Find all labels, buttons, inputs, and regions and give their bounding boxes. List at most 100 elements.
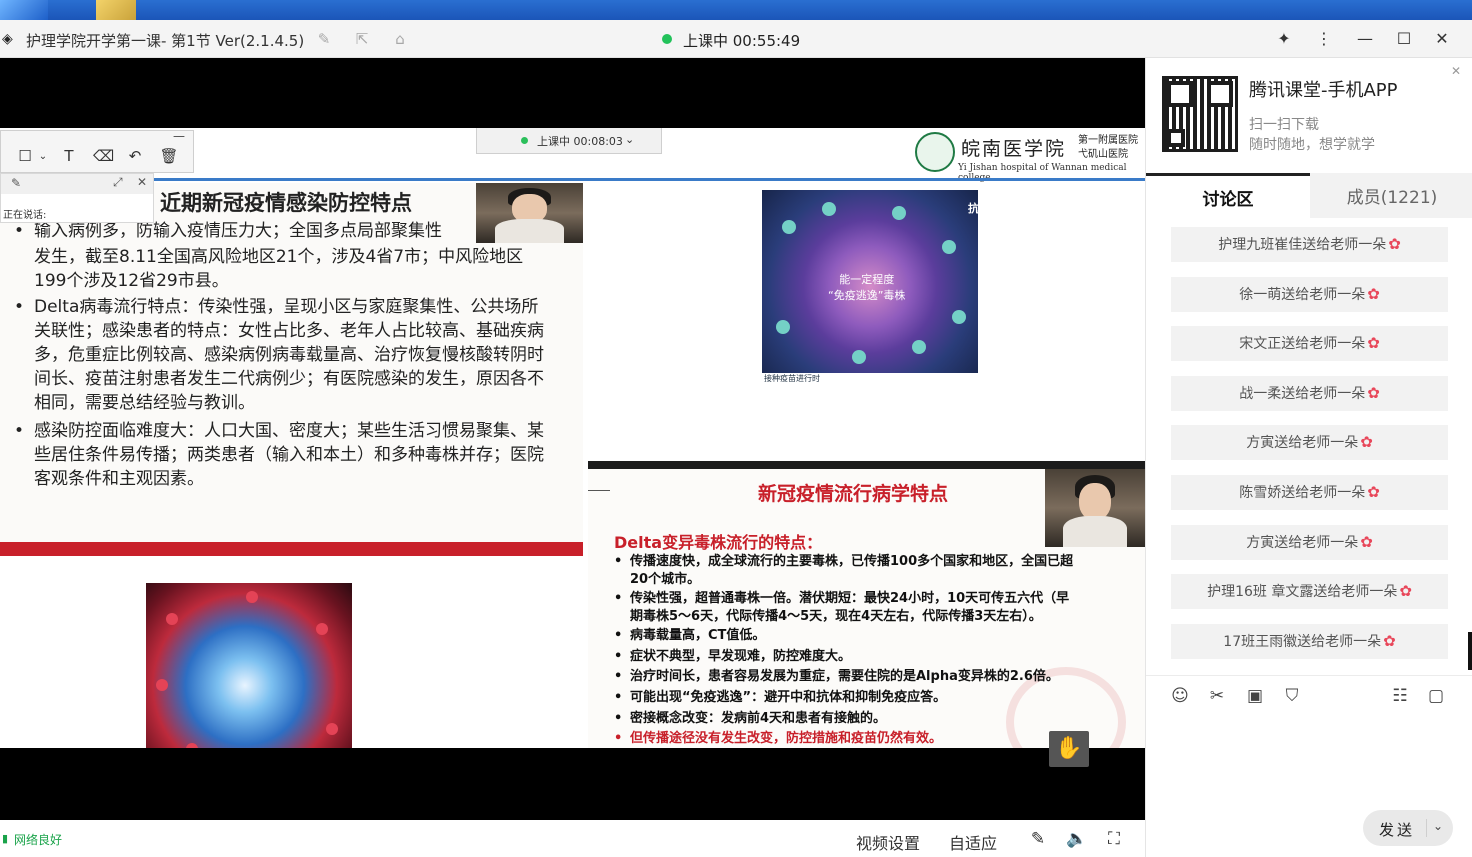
speaker-body xyxy=(495,219,564,243)
slide2-bullet: • xyxy=(614,554,623,569)
chat-message: 方寅送给老师一朵 ✿ xyxy=(1171,524,1448,560)
card-icon[interactable]: ☷ xyxy=(1389,686,1411,706)
undo-icon[interactable]: ↶ xyxy=(125,147,145,165)
desktop-strip xyxy=(0,0,1472,20)
share-divider xyxy=(0,178,1145,181)
virus-spike xyxy=(852,350,866,364)
shield-icon[interactable]: ⛉ xyxy=(1281,686,1303,706)
close-icon[interactable]: ✕ xyxy=(137,175,147,189)
slide1-p3-line2: 些居住条件易传播；两类患者（输入和本土）和多种毒株并存；医院 xyxy=(34,445,544,465)
share-icon[interactable]: ⇱ xyxy=(352,29,372,49)
image-icon[interactable]: ▣ xyxy=(1244,686,1266,706)
edit-icon[interactable]: ✎ xyxy=(314,29,334,49)
slide1-p1-line2: 发生，截至8.11全国高风险地区21个，涉及4省7市；中风险地区 xyxy=(34,247,524,267)
slide1-bullet: • xyxy=(14,421,25,441)
maximize-button[interactable]: ☐ xyxy=(1392,28,1416,50)
app-sub-download: 扫一扫下载 xyxy=(1249,117,1319,133)
slide1-p3-line1: 感染防控面临难度大：人口大国、密度大；某些生活习惯易聚集、某 xyxy=(34,421,544,441)
inner-live-status-pill[interactable]: 上课中 00:08:03 ⌄ xyxy=(476,128,662,154)
fullscreen-icon[interactable]: ⛶ xyxy=(1104,829,1124,849)
virus-spike xyxy=(912,340,926,354)
slide2-line: 20个城市。 xyxy=(630,572,701,587)
slide2-line: 病毒载量高，CT值低。 xyxy=(630,628,766,643)
mic-off-icon[interactable]: ✎ xyxy=(11,176,21,190)
chat-message-text: 护理16班 章文露送给老师一朵 xyxy=(1207,584,1398,601)
mic-off-icon[interactable]: ✎ xyxy=(1028,829,1048,849)
hospital-name: 皖南医学院 xyxy=(961,138,1067,160)
slide1-p2-line1: Delta病毒流行特点：传染性强，呈现小区与家庭聚集性、公共场所 xyxy=(34,297,539,317)
flower-icon: ✿ xyxy=(1388,235,1401,253)
slide1-p2-line5: 相同，需要总结经验与教训。 xyxy=(34,393,255,413)
raise-hand-button[interactable]: ✋ xyxy=(1049,731,1089,767)
slide-infection-control: 近期新冠疫情感染防控特点 • 输入病例多，防输入疫情压力大；全国多点局部聚集性 … xyxy=(0,183,583,556)
emoji-icon[interactable]: ☺ xyxy=(1169,686,1191,706)
app-sub-slogan: 随时随地，想学就学 xyxy=(1249,137,1375,153)
status-bar: ▮ 网络良好 视频设置 自适应 ✎ 🔈 ⛶ xyxy=(0,820,1145,857)
virus-image-purple: 能一定程度 “免疫逃逸”毒株 抗 接种疫苗进行时 xyxy=(762,190,978,383)
fit-button[interactable]: 自适应 xyxy=(949,830,997,854)
home-icon[interactable]: ⌂ xyxy=(390,29,410,49)
speaker-icon[interactable]: 🔈 xyxy=(1066,829,1087,849)
comment-icon[interactable]: ▢ xyxy=(1425,686,1447,706)
close-button[interactable]: ✕ xyxy=(1430,28,1454,50)
inner-live-status: 上课中 00:08:03 xyxy=(537,135,623,148)
virus1-caption-line1: 能一定程度 xyxy=(839,273,895,286)
flower-icon: ✿ xyxy=(1360,433,1373,452)
flower-icon: ✿ xyxy=(1360,532,1373,551)
virus-spike xyxy=(782,220,796,234)
desktop-folder-icon[interactable] xyxy=(96,0,136,20)
send-separator xyxy=(1426,819,1427,837)
slide2-line: 传播速度快，成全球流行的主要毒株，已传播100多个国家和地区，全国已超 xyxy=(630,554,1074,569)
scroll-handle[interactable] xyxy=(1468,632,1472,670)
rectangle-tool-icon[interactable]: ☐ xyxy=(15,147,35,165)
close-icon[interactable]: ✕ xyxy=(1451,64,1461,78)
chat-message-text: 战一柔送给老师一朵 xyxy=(1239,385,1366,402)
slide2-title: 新冠疫情流行病学特点 xyxy=(758,483,949,505)
toolbar-minimize-icon[interactable]: — xyxy=(173,129,185,143)
pin-icon[interactable]: ✦ xyxy=(1272,28,1296,50)
qr-code xyxy=(1162,76,1238,152)
shared-screen: 上课中 00:08:03 ⌄ 皖南医学院 第一附属医院 弋矶山医院 Yi Jis… xyxy=(0,128,1145,748)
chevron-down-icon[interactable]: ⌄ xyxy=(1433,819,1443,833)
trash-icon[interactable]: 🗑 xyxy=(159,147,179,165)
tab-discussion[interactable]: 讨论区 xyxy=(1146,173,1310,218)
chat-message-text: 17班王雨徽送给老师一朵 xyxy=(1223,633,1382,650)
minimize-button[interactable]: — xyxy=(1353,28,1377,50)
send-label: 发送 xyxy=(1379,821,1416,839)
app-title: 腾讯课堂-手机APP xyxy=(1249,80,1398,101)
eraser-tool-icon[interactable]: ⌫ xyxy=(93,147,114,165)
virus1-footer: 接种疫苗进行时 xyxy=(762,373,978,383)
virus-spike xyxy=(942,240,956,254)
text-tool-icon[interactable]: T xyxy=(59,147,79,165)
flower-icon: ✿ xyxy=(1399,582,1412,601)
chat-message: 宋文正送给老师一朵 ✿ xyxy=(1171,326,1448,362)
send-button[interactable]: 发送 ⌄ xyxy=(1363,810,1453,846)
desktop-icon[interactable] xyxy=(0,0,48,20)
speaker-body xyxy=(1063,515,1127,547)
virus-spike xyxy=(246,591,258,603)
slide2-bullet: • xyxy=(614,711,623,726)
chat-message: 方寅送给老师一朵 ✿ xyxy=(1171,425,1448,461)
slide2-bullet: • xyxy=(614,669,623,684)
virus-spike xyxy=(952,310,966,324)
expand-icon[interactable]: ⤢ xyxy=(113,175,123,190)
hospital-logo xyxy=(915,132,955,172)
chat-message: 徐一萌送给老师一朵 ✿ xyxy=(1171,276,1448,312)
virus1-corner-text: 抗 xyxy=(968,202,978,215)
chat-message: 护理16班 章文露送给老师一朵 ✿ xyxy=(1171,574,1448,610)
virus-spike xyxy=(156,679,168,691)
slide2-line: 传染性强，超普通毒株一倍。潜伏期短：最快24小时，10天可传五六代（早 xyxy=(630,591,1070,606)
video-settings-button[interactable]: 视频设置 xyxy=(856,830,920,854)
more-icon[interactable]: ⋮ xyxy=(1312,28,1336,50)
virus-spike xyxy=(822,202,836,216)
chevron-down-icon[interactable]: ⌄ xyxy=(33,151,53,162)
slide1-p2-line4: 间长、疫苗注射患者发生二代病例少；有医院感染的发生，原因各不 xyxy=(34,369,544,389)
slide1-bullet: • xyxy=(14,221,25,241)
side-panel: 腾讯课堂-手机APP 扫一扫下载 随时随地，想学就学 ✕ 讨论区 成员(1221… xyxy=(1145,58,1472,857)
flower-icon: ✿ xyxy=(1367,383,1380,402)
flower-icon: ✿ xyxy=(1367,334,1380,353)
signal-icon: ▮ xyxy=(2,832,9,845)
slide1-p2-line3: 多，危重症比例较高、感染病例病毒载量高、治疗恢复慢核酸转阴时 xyxy=(34,345,544,365)
scissors-icon[interactable]: ✂ xyxy=(1206,686,1228,706)
tab-members[interactable]: 成员(1221) xyxy=(1310,173,1472,218)
